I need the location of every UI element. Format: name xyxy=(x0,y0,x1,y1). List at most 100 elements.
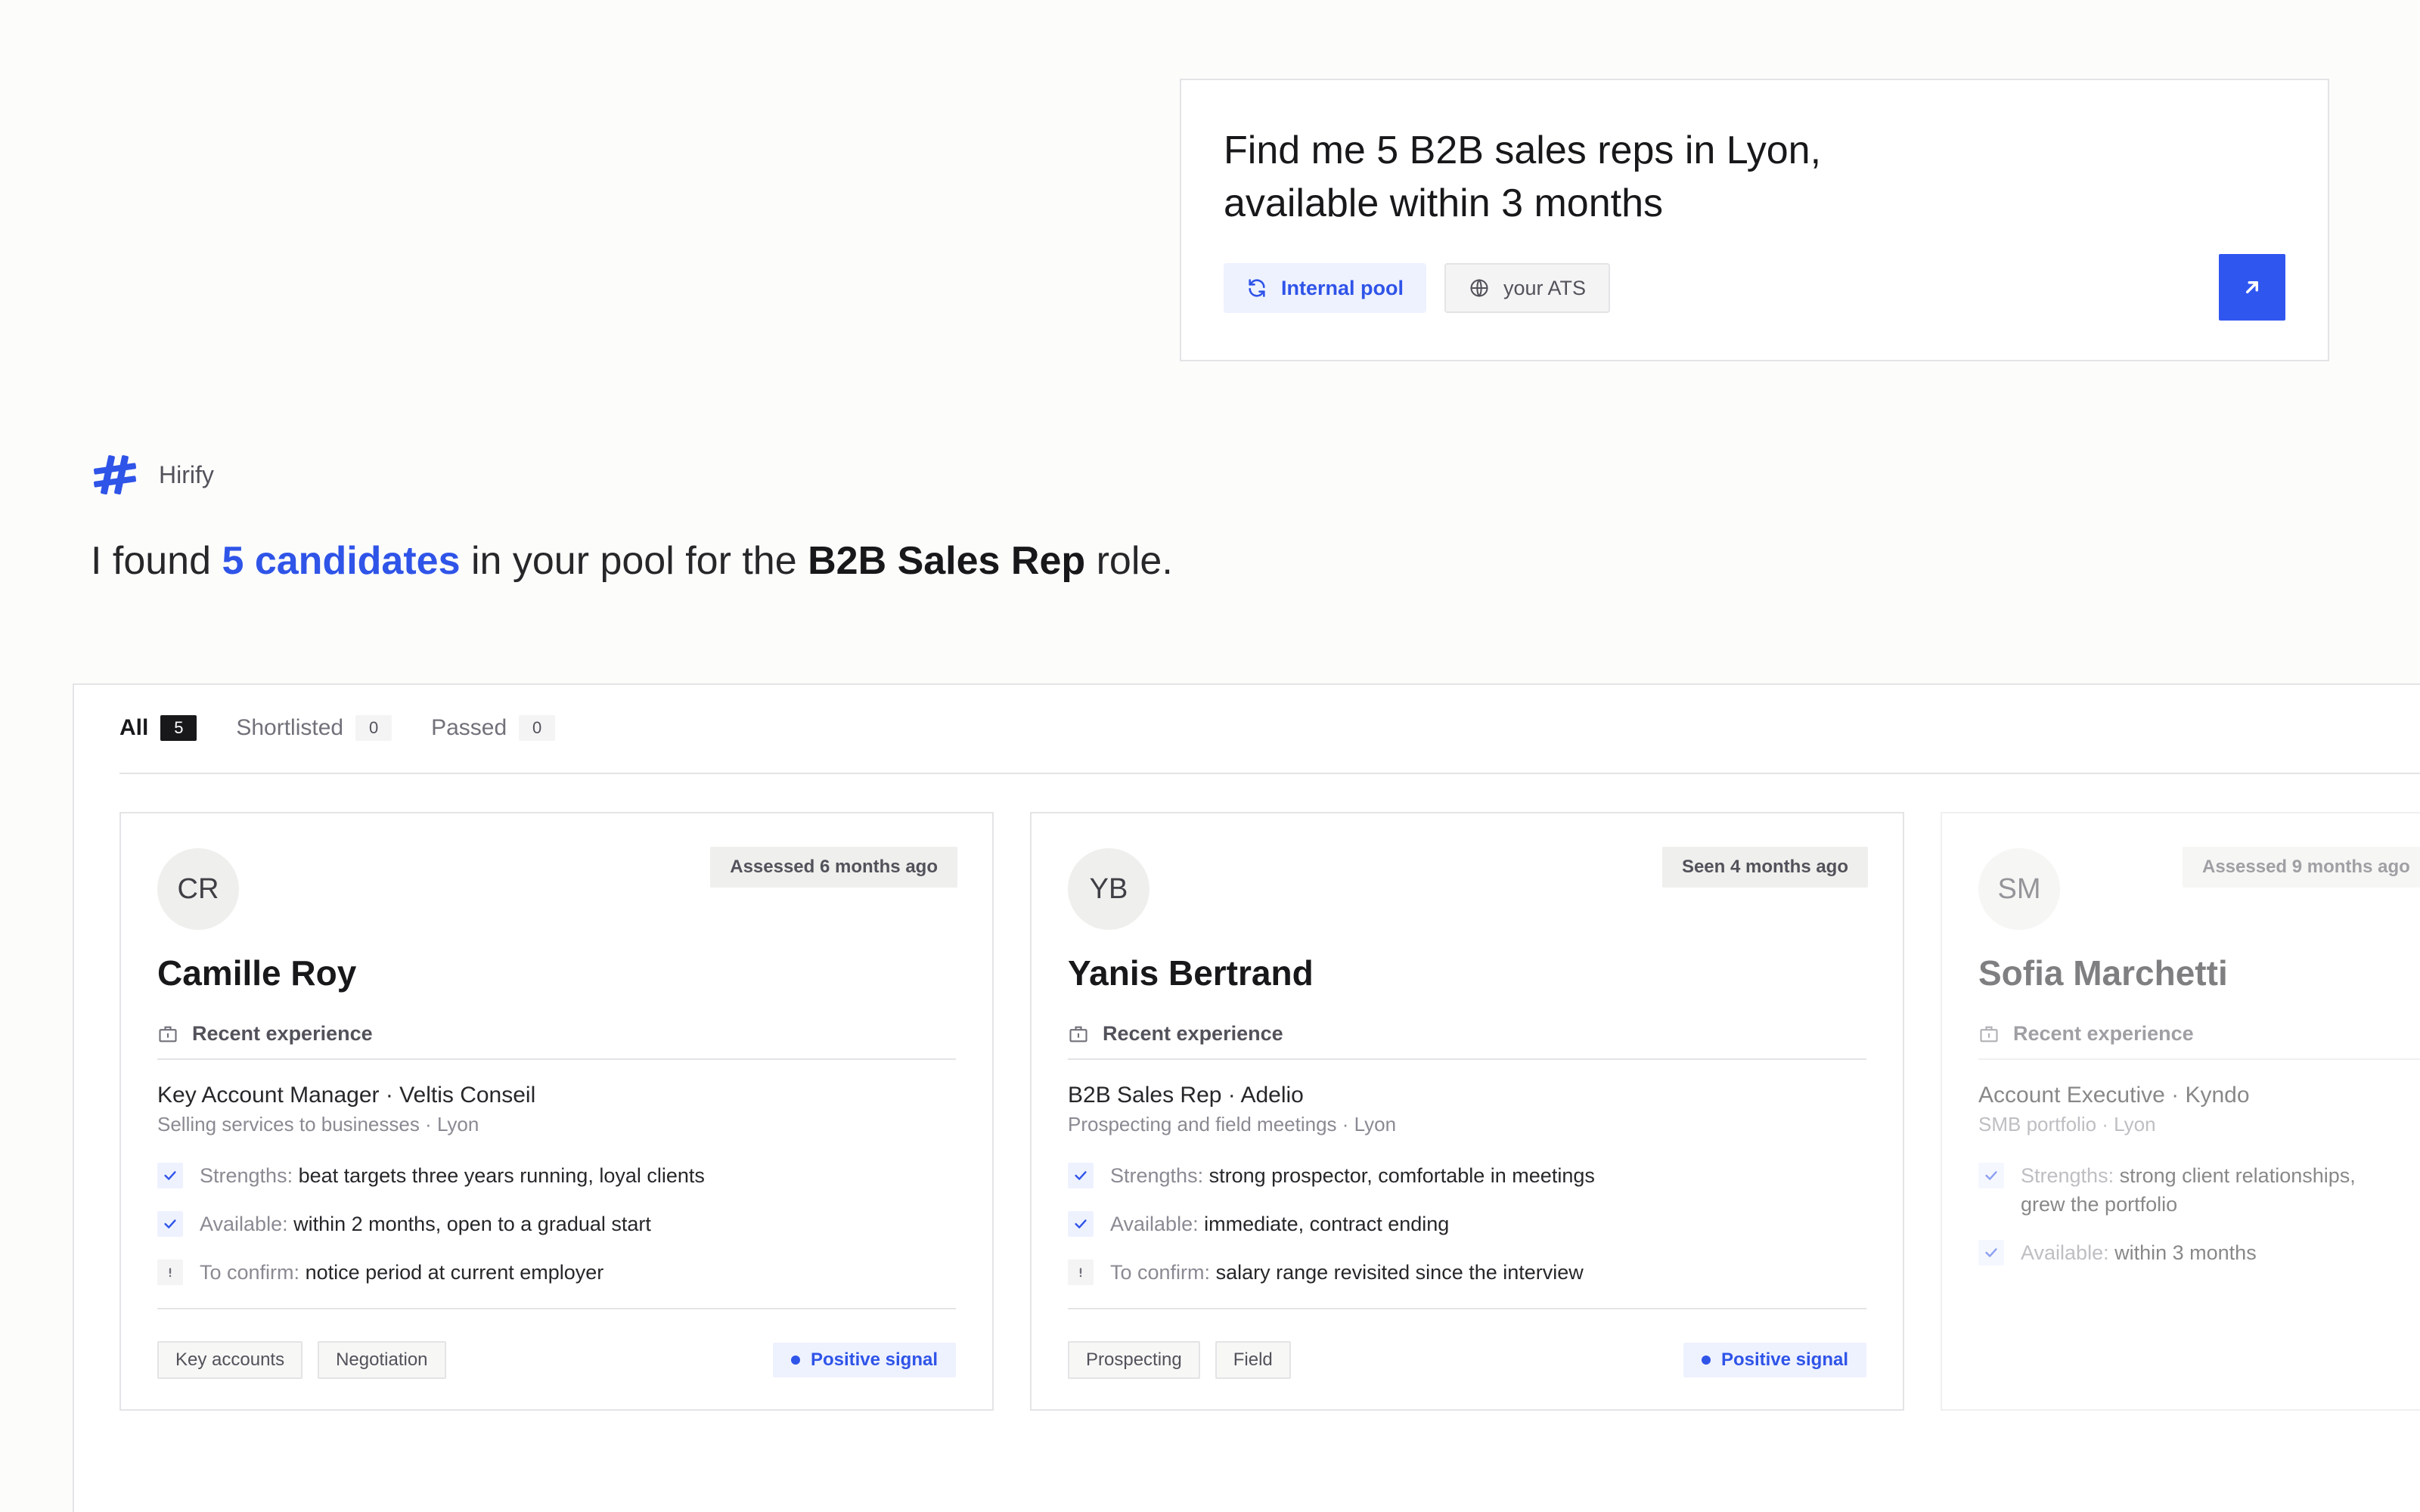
section-label-text: Recent experience xyxy=(1103,1022,1283,1045)
tab-all[interactable]: All 5 xyxy=(119,715,197,741)
response-text: I found xyxy=(91,539,222,583)
divider xyxy=(1068,1308,1866,1309)
skill-tags: Key accounts Negotiation xyxy=(157,1341,446,1379)
source-chip-ats[interactable]: your ATS xyxy=(1444,263,1611,313)
check-icon xyxy=(157,1163,183,1188)
fact-list: Strengths: strong prospector, comfortabl… xyxy=(1068,1161,1866,1306)
fact-label: Available: xyxy=(1110,1213,1199,1235)
status-badge: Seen 4 months ago xyxy=(1661,847,1868,888)
results-panel: All 5 Shortlisted 0 Passed 0 CR Assessed… xyxy=(73,683,2420,1512)
divider xyxy=(157,1308,956,1309)
send-button[interactable] xyxy=(2219,254,2285,321)
source-chip-label: your ATS xyxy=(1503,276,1587,299)
divider xyxy=(1978,1058,2420,1060)
fact-label: To confirm: xyxy=(1110,1261,1211,1284)
check-icon xyxy=(1978,1163,2004,1188)
role-subtitle: Prospecting and field meetings · Lyon xyxy=(1068,1113,1397,1136)
skill-tag: Negotiation xyxy=(318,1341,446,1379)
skill-tag: Prospecting xyxy=(1068,1341,1200,1379)
fact-label: Available: xyxy=(200,1213,288,1235)
avatar: SM xyxy=(1978,848,2060,930)
avatar: CR xyxy=(157,848,239,930)
tab-passed[interactable]: Passed 0 xyxy=(431,715,556,741)
assistant-response: I found 5 candidates in your pool for th… xyxy=(91,538,1173,584)
tab-count: 0 xyxy=(519,715,556,741)
signal-badge: Positive signal xyxy=(1683,1343,1866,1377)
check-icon xyxy=(1978,1240,2004,1266)
avatar: YB xyxy=(1068,848,1150,930)
list-item: Strengths: strong prospector, comfortabl… xyxy=(1068,1161,1866,1190)
tabs-divider xyxy=(119,773,2420,774)
refresh-icon xyxy=(1249,279,1265,297)
fact-list: Strengths: beat targets three years runn… xyxy=(157,1161,956,1306)
globe-icon xyxy=(1470,279,1488,297)
fact-value: salary range revisited since the intervi… xyxy=(1215,1261,1584,1284)
signal-badge: Positive signal xyxy=(772,1343,956,1377)
fact-value: immediate, contract ending xyxy=(1204,1213,1450,1235)
fact-label: Strengths: xyxy=(200,1164,293,1187)
source-chip-internal-pool[interactable]: Internal pool xyxy=(1224,263,1426,313)
fact-value: beat targets three years running, loyal … xyxy=(298,1164,705,1187)
filter-tabs: All 5 Shortlisted 0 Passed 0 xyxy=(119,715,556,741)
tab-count: 0 xyxy=(355,715,392,741)
candidate-name: Sofia Marchetti xyxy=(1978,953,2228,993)
list-item: Available: within 3 months xyxy=(1978,1238,2402,1267)
candidate-name: Yanis Bertrand xyxy=(1068,953,1314,993)
fact-label: Available: xyxy=(2021,1241,2109,1264)
divider xyxy=(1068,1058,1866,1060)
candidate-name: Camille Roy xyxy=(157,953,357,993)
dot-icon xyxy=(1701,1356,1711,1365)
source-chip-label: Internal pool xyxy=(1281,276,1404,299)
response-text: role. xyxy=(1085,539,1173,583)
check-icon xyxy=(1068,1211,1094,1237)
tab-label: Passed xyxy=(431,715,507,740)
candidate-card[interactable]: YB Seen 4 months ago Yanis Bertrand Rece… xyxy=(1030,812,1904,1411)
skill-tags: Prospecting Field xyxy=(1068,1341,1291,1379)
fact-label: Strengths: xyxy=(2021,1164,2114,1187)
candidate-card[interactable]: CR Assessed 6 months ago Camille Roy Rec… xyxy=(119,812,994,1411)
briefcase-icon xyxy=(1069,1026,1087,1042)
role-title: Key Account Manager · Veltis Conseil xyxy=(157,1083,536,1108)
role-subtitle: SMB portfolio · Lyon xyxy=(1978,1113,2156,1136)
list-item: To confirm: notice period at current emp… xyxy=(157,1258,956,1287)
section-label-text: Recent experience xyxy=(192,1022,373,1045)
check-icon xyxy=(1068,1163,1094,1188)
list-item: To confirm: salary range revisited since… xyxy=(1068,1258,1866,1287)
candidate-card[interactable]: SM Assessed 9 months ago Sofia Marchetti… xyxy=(1941,812,2420,1411)
assistant-header: Hirify xyxy=(91,451,214,499)
tab-label: All xyxy=(119,715,149,740)
exclamation-icon xyxy=(157,1259,183,1285)
hirify-logo-icon xyxy=(93,455,137,495)
dot-icon xyxy=(790,1356,800,1365)
status-badge: Assessed 9 months ago xyxy=(2183,847,2420,888)
prompt-text[interactable]: Find me 5 B2B sales reps in Lyon, availa… xyxy=(1224,124,1980,230)
tab-shortlisted[interactable]: Shortlisted 0 xyxy=(236,715,392,741)
tab-label: Shortlisted xyxy=(236,715,344,740)
list-item: Strengths: strong client relationships, … xyxy=(1978,1161,2402,1219)
tab-count: 5 xyxy=(160,715,197,741)
candidate-cards: CR Assessed 6 months ago Camille Roy Rec… xyxy=(119,812,2420,1411)
fact-value: within 2 months, open to a gradual start xyxy=(293,1213,651,1235)
signal-label: Positive signal xyxy=(810,1349,938,1370)
section-label: Recent experience xyxy=(1068,1022,1283,1046)
assistant-name: Hirify xyxy=(159,460,214,488)
exclamation-icon xyxy=(1068,1259,1094,1285)
briefcase-icon xyxy=(1980,1026,1998,1042)
candidate-count-link[interactable]: 5 candidates xyxy=(222,539,460,583)
role-subtitle: Selling services to businesses · Lyon xyxy=(157,1113,479,1136)
prompt-card: Find me 5 B2B sales reps in Lyon, availa… xyxy=(1180,79,2329,361)
status-badge: Assessed 6 months ago xyxy=(710,847,957,888)
section-label-text: Recent experience xyxy=(2013,1022,2194,1045)
skill-tag: Key accounts xyxy=(157,1341,303,1379)
fact-value: notice period at current employer xyxy=(305,1261,604,1284)
briefcase-icon xyxy=(159,1026,177,1042)
divider xyxy=(157,1058,956,1060)
fact-value: within 3 months xyxy=(2114,1241,2257,1264)
check-icon xyxy=(157,1211,183,1237)
list-item: Available: immediate, contract ending xyxy=(1068,1210,1866,1238)
response-text: in your pool for the xyxy=(460,539,808,583)
role-name: B2B Sales Rep xyxy=(808,539,1086,583)
section-label: Recent experience xyxy=(157,1022,373,1046)
list-item: Available: within 2 months, open to a gr… xyxy=(157,1210,956,1238)
fact-label: Strengths: xyxy=(1110,1164,1204,1187)
